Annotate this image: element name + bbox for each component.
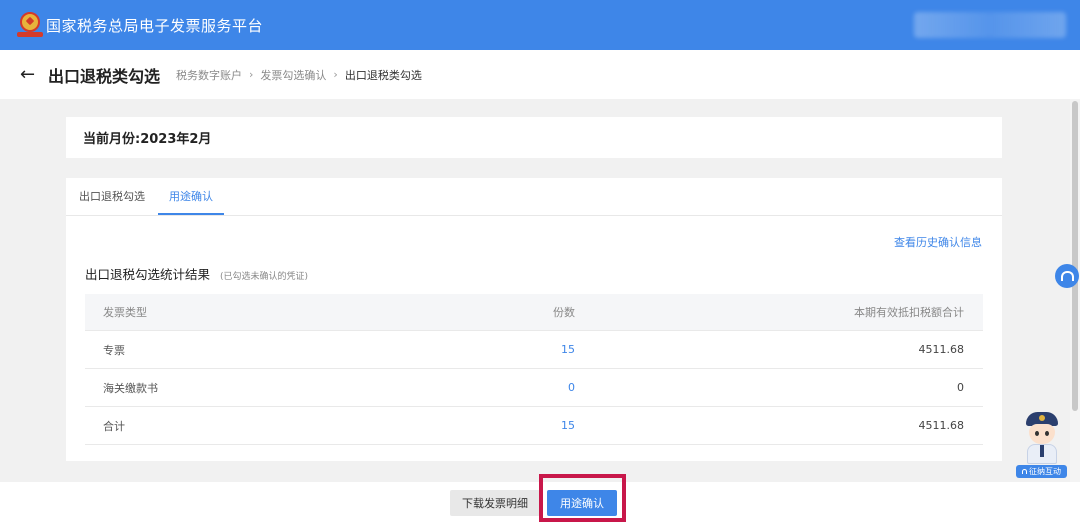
page-header: ← 出口退税类勾选 税务数字账户 › 发票勾选确认 › 出口退税类勾选: [0, 50, 1080, 99]
download-invoice-details-button[interactable]: 下载发票明细: [450, 490, 540, 516]
stats-heading: 出口退税勾选统计结果 (已勾选未确认的凭证): [85, 264, 308, 283]
tab-bar: 出口退税勾选 用途确认: [66, 178, 1002, 216]
assistant-label: 征纳互动: [1029, 467, 1061, 476]
amount-cell: 4511.68: [918, 419, 965, 432]
history-confirm-link[interactable]: 查看历史确认信息: [894, 234, 982, 250]
assistant-avatar[interactable]: [1018, 412, 1066, 466]
column-header: 份数: [553, 306, 575, 319]
invoice-type-cell: 专票: [103, 343, 125, 357]
scrollbar-thumb[interactable]: [1072, 101, 1078, 411]
table-row-total: 合计 15 4511.68: [85, 407, 983, 445]
main-card: 出口退税勾选 用途确认 查看历史确认信息 出口退税勾选统计结果 (已勾选未确认的凭…: [66, 178, 1002, 461]
tab-export-refund-select[interactable]: 出口退税勾选: [79, 188, 145, 215]
table-row: 专票 15 4511.68: [85, 331, 983, 369]
chevron-right-icon: ›: [249, 68, 254, 81]
amount-cell: 0: [957, 381, 964, 394]
headset-icon[interactable]: [1055, 264, 1079, 288]
app-title: 国家税务总局电子发票服务平台: [46, 16, 264, 35]
current-month-label: 当前月份:2023年2月: [83, 132, 212, 147]
table-row: 海关缴款书 0 0: [85, 369, 983, 407]
assistant-badge[interactable]: 征纳互动: [1016, 465, 1067, 478]
user-info-blurred[interactable]: [914, 12, 1066, 38]
arrow-left-icon[interactable]: ←: [20, 64, 38, 85]
top-bar: 国家税务总局电子发票服务平台: [0, 0, 1080, 50]
count-link[interactable]: 0: [568, 381, 575, 394]
stats-table: 发票类型 份数 本期有效抵扣税额合计 专票 15 4511.68 海关缴款书 0…: [85, 294, 983, 445]
count-link[interactable]: 15: [561, 343, 575, 356]
headset-icon: [1022, 469, 1027, 474]
month-card: 当前月份:2023年2月: [66, 117, 1002, 158]
amount-cell: 4511.68: [918, 343, 965, 356]
table-header: 发票类型 份数 本期有效抵扣税额合计: [85, 294, 983, 331]
breadcrumb-item[interactable]: 发票勾选确认: [260, 67, 326, 83]
tab-usage-confirm[interactable]: 用途确认: [158, 188, 224, 215]
page-title: 出口退税类勾选: [48, 66, 161, 86]
stats-title: 出口退税勾选统计结果: [85, 267, 211, 282]
breadcrumb-current: 出口退税类勾选: [344, 68, 422, 82]
tax-emblem-logo: [17, 12, 43, 38]
breadcrumb: 税务数字账户 › 发票勾选确认 › 出口退税类勾选: [176, 67, 422, 83]
highlight-box: [539, 474, 626, 522]
breadcrumb-item[interactable]: 税务数字账户: [176, 67, 242, 83]
column-header: 发票类型: [103, 306, 147, 319]
stats-note: (已勾选未确认的凭证): [220, 272, 309, 282]
invoice-type-cell: 海关缴款书: [103, 381, 158, 395]
count-link[interactable]: 15: [561, 419, 575, 432]
invoice-type-cell: 合计: [103, 419, 125, 433]
column-header: 本期有效抵扣税额合计: [854, 306, 964, 319]
chevron-right-icon: ›: [333, 68, 338, 81]
